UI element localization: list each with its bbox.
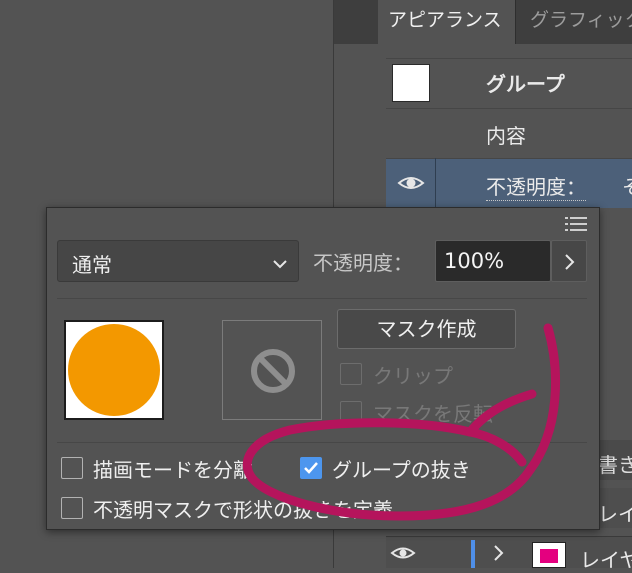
make-mask-button[interactable]: マスク作成 — [337, 309, 516, 349]
row-divider — [435, 158, 436, 208]
isolate-blending-label: 描画モードを分離 — [93, 458, 253, 482]
layer-name: レイヤ — [580, 548, 632, 572]
content-label: 内容 — [486, 124, 526, 148]
eye-icon[interactable] — [396, 168, 426, 198]
layer-thumbnail — [532, 542, 566, 568]
opacity-label: 不透明度： — [313, 251, 413, 275]
opacity-value-partial: そ — [622, 171, 632, 200]
group-thumbnail — [392, 64, 430, 102]
opacity-mask-thumbnail[interactable] — [222, 320, 322, 420]
opacity-expand-button[interactable] — [551, 240, 587, 282]
tab-appearance[interactable]: アピアランス — [378, 0, 516, 44]
transparency-panel: 通常 不透明度： 100% マスク作成 クリップ マスクを反転 描画モードを分離… — [46, 207, 600, 530]
chevron-right-icon — [565, 254, 575, 270]
isolate-blending-checkbox[interactable] — [61, 457, 83, 479]
opacity-input[interactable]: 100% — [435, 240, 551, 282]
chevron-down-icon — [272, 255, 288, 269]
opacity-mask-knockout-checkbox[interactable] — [61, 497, 83, 519]
knockout-group-label: グループの抜き — [332, 458, 471, 482]
invert-mask-label: マスクを反転 — [373, 402, 493, 426]
no-mask-icon — [251, 349, 295, 393]
opacity-mask-knockout-label: 不透明マスクで形状の抜きを定義 — [93, 498, 393, 522]
invert-mask-checkbox[interactable] — [340, 401, 362, 423]
eye-icon[interactable] — [390, 542, 416, 564]
divider — [57, 298, 587, 299]
divider — [57, 442, 587, 443]
clip-checkbox[interactable] — [340, 363, 362, 385]
partial-header-label: 書き — [598, 453, 632, 477]
clip-label: クリップ — [373, 364, 453, 388]
knockout-group-checkbox[interactable] — [300, 457, 322, 479]
chevron-right-icon[interactable] — [492, 544, 506, 562]
panel-menu-icon[interactable] — [565, 216, 587, 232]
layer-name: レイヤ — [598, 502, 632, 526]
blend-mode-select[interactable]: 通常 — [57, 240, 299, 282]
layer-color-bar — [471, 540, 475, 568]
opacity-input-value: 100% — [444, 249, 505, 273]
opacity-link[interactable]: 不透明度： — [486, 171, 586, 201]
group-label: グループ — [486, 72, 565, 96]
tab-graphic-styles[interactable]: グラフィック — [520, 0, 632, 44]
artwork-thumbnail[interactable] — [64, 320, 164, 420]
blend-mode-value: 通常 — [72, 253, 112, 277]
